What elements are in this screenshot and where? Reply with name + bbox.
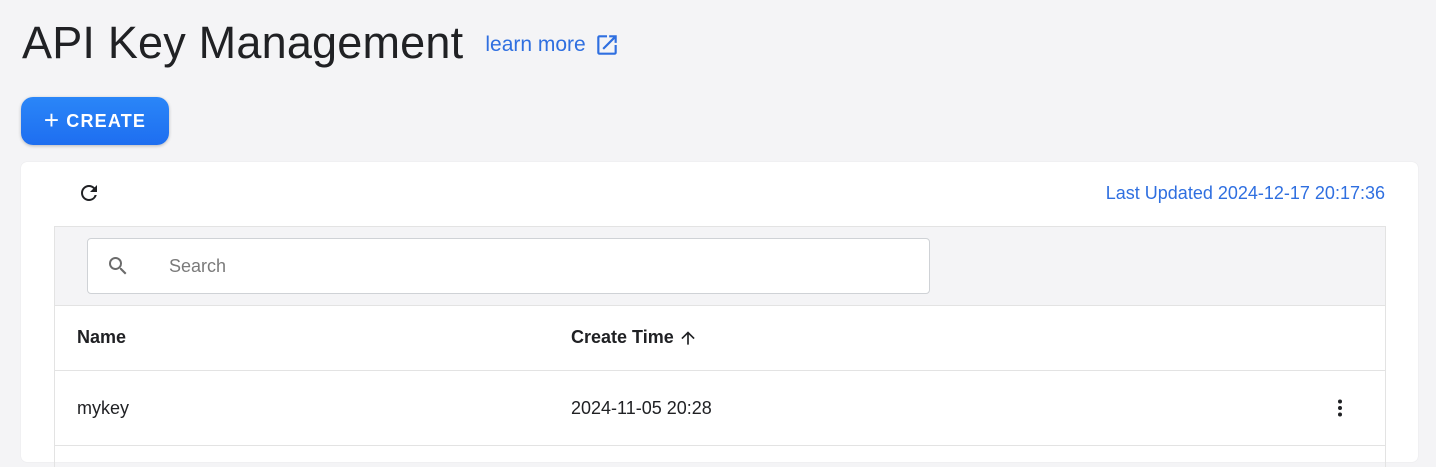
- last-updated-text: Last Updated 2024-12-17 20:17:36: [1105, 183, 1385, 203]
- search-icon: [109, 257, 127, 275]
- learn-more-link[interactable]: learn more: [485, 32, 619, 58]
- page-header: API Key Management learn more: [22, 16, 620, 70]
- column-header-name[interactable]: Name: [77, 327, 126, 348]
- create-button-label: CREATE: [66, 110, 147, 131]
- column-header-create-time-label: Create Time: [571, 327, 674, 347]
- page-title: API Key Management: [22, 17, 464, 68]
- row-create-time-cell: 2024-11-05 20:28: [571, 398, 712, 418]
- row-name-cell: mykey: [77, 398, 130, 418]
- search-box[interactable]: [87, 238, 930, 294]
- create-button[interactable]: + CREATE: [21, 97, 169, 145]
- api-keys-card: Last Updated 2024-12-17 20:17:36 Name Cr…: [21, 162, 1418, 467]
- table-header: Name Create Time: [55, 306, 1385, 371]
- search-input[interactable]: [167, 254, 871, 278]
- column-header-create-time[interactable]: Create Time: [571, 327, 698, 348]
- refresh-icon[interactable]: [77, 181, 101, 205]
- api-keys-table: Name Create Time mykey 2024-11-05 20:28: [54, 226, 1386, 467]
- table-toolbar: [55, 227, 1385, 306]
- external-link-icon: [596, 35, 617, 55]
- arrow-up-icon: [681, 330, 695, 345]
- plus-icon: +: [43, 104, 61, 135]
- learn-more-label: learn more: [485, 33, 586, 56]
- more-vert-icon[interactable]: [1328, 396, 1352, 420]
- table-row[interactable]: mykey 2024-11-05 20:28: [55, 371, 1385, 446]
